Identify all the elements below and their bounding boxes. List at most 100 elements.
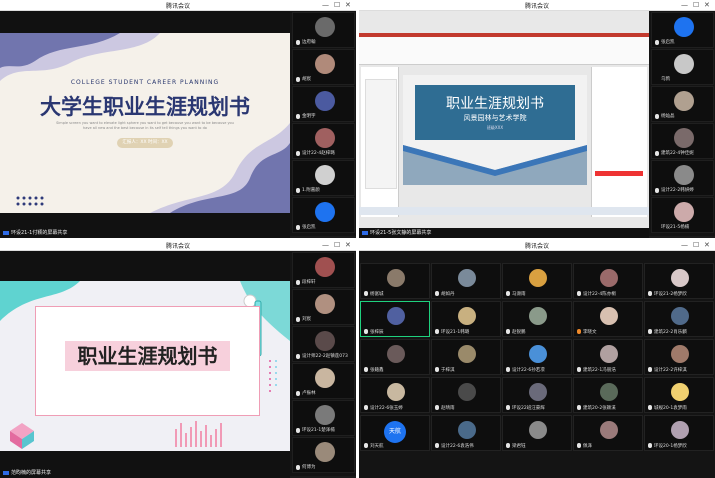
- title-bar: 腾讯会议 — ☐ ✕: [0, 0, 356, 11]
- mic-icon: [435, 405, 439, 410]
- participant-name: 设计22-6张玉婷: [370, 406, 403, 411]
- participant-tile[interactable]: 段梓轩: [292, 252, 355, 288]
- mic-icon: [577, 443, 581, 448]
- participant-name: 设计22-4赵梓璐: [302, 151, 335, 156]
- participant-tile[interactable]: 佩泽: [573, 415, 643, 451]
- participant-strip[interactable]: 段梓轩 刘宸 设计师22-2赵镇莲073 卢振林 环设21-1楚泽楠 何博为: [290, 251, 356, 476]
- screen-share-icon: [362, 231, 368, 235]
- participant-name: 佩泽: [583, 444, 592, 449]
- mic-icon: [577, 291, 581, 296]
- window-title: 腾讯会议: [165, 3, 190, 10]
- participant-name: 设计22-6孙若凛: [512, 368, 545, 373]
- participant-tile[interactable]: 杨富城: [360, 263, 430, 299]
- ppt-side-panel-button[interactable]: [595, 171, 643, 176]
- participant-tile[interactable]: 刘宸: [292, 289, 355, 325]
- participant-tile[interactable]: 马濒雨: [502, 263, 572, 299]
- participant-tile[interactable]: 环设21-1楚泽楠: [292, 400, 355, 436]
- participant-name: 环设21-1楚泽楠: [302, 428, 335, 433]
- participant-tile[interactable]: 金明宇: [292, 86, 355, 122]
- participant-strip[interactable]: 边府翰 胡宸 金明宇 设计22-4赵梓璐 1.附嘉颜 张启凯: [290, 11, 356, 236]
- participant-tile[interactable]: 张启凯: [292, 197, 355, 233]
- participant-tile[interactable]: 赵晴雨: [431, 377, 501, 413]
- mic-icon: [648, 405, 652, 410]
- participant-tile[interactable]: 胡宸: [292, 49, 355, 85]
- participant-tile[interactable]: 设计22-6孙若凛: [502, 339, 572, 375]
- participant-tile[interactable]: 环设22班汪豪辉: [502, 377, 572, 413]
- minimize-icon[interactable]: —: [681, 240, 688, 250]
- avatar: [674, 54, 694, 74]
- participant-name: 设计22-4陈亦桐: [583, 292, 616, 297]
- avatar: [600, 383, 618, 401]
- participant-tile[interactable]: 卢振林: [292, 363, 355, 399]
- participant-tile[interactable]: 城规20-1袁梦雨: [644, 377, 714, 413]
- participant-tile[interactable]: 天航 刘天航: [360, 415, 430, 451]
- participant-tile[interactable]: 设计22-4赵梓璐: [292, 123, 355, 159]
- participant-tile[interactable]: 建筑22-2肖乐麟: [644, 301, 714, 337]
- participant-tile[interactable]: 张籍鑫: [360, 339, 430, 375]
- participant-tile[interactable]: 李晓文: [573, 301, 643, 337]
- participant-tile[interactable]: 建筑22-1冯丽浩: [573, 339, 643, 375]
- mic-icon: [577, 329, 581, 334]
- participant-tile[interactable]: 张启凯: [651, 12, 714, 48]
- participant-tile[interactable]: 梁君钰: [502, 415, 572, 451]
- participant-tile[interactable]: 建筑22-4钟佳妮: [651, 123, 714, 159]
- maximize-icon[interactable]: ☐: [334, 0, 340, 10]
- participant-name: 李晓文: [583, 330, 597, 335]
- minimize-icon[interactable]: —: [322, 240, 329, 250]
- maximize-icon[interactable]: ☐: [693, 240, 699, 250]
- participant-tile[interactable]: 建筑20-2张颖溪: [573, 377, 643, 413]
- shared-screen: 职业生涯规划书 风景园林与艺术学院 班级XXX: [359, 11, 649, 236]
- close-icon[interactable]: ✕: [345, 240, 351, 250]
- mic-icon: [296, 391, 300, 396]
- participant-name: 乌鸦: [661, 77, 670, 82]
- participant-tile[interactable]: 杨灿晶: [651, 86, 714, 122]
- participant-tile[interactable]: 何博为: [292, 437, 355, 473]
- avatar: [315, 257, 335, 277]
- participant-tile[interactable]: 环设21-5杨楠: [651, 197, 714, 233]
- participant-tile[interactable]: 胡如丹: [431, 263, 501, 299]
- participant-strip[interactable]: 张启凯 乌鸦 杨灿晶 建筑22-4钟佳妮 设计22-2韩妍婷 环设21-5杨楠: [649, 11, 715, 236]
- participant-tile[interactable]: 设计22-4陈亦桐: [573, 263, 643, 299]
- participant-name: 环设21-5杨楠: [661, 225, 690, 230]
- participant-tile[interactable]: 设计师22-2赵镇莲073: [292, 326, 355, 362]
- participant-name: 于梓淇: [441, 368, 455, 373]
- participant-tile[interactable]: 设计22-6袁浩伟: [431, 415, 501, 451]
- avatar: [315, 294, 335, 314]
- participant-tile[interactable]: 乌鸦: [651, 49, 714, 85]
- avatar: [529, 383, 547, 401]
- mic-icon: [364, 443, 368, 448]
- minimize-icon[interactable]: —: [681, 0, 688, 10]
- close-icon[interactable]: ✕: [704, 0, 710, 10]
- avatar: [674, 128, 694, 148]
- participant-name: 梁君钰: [512, 444, 526, 449]
- avatar: [674, 91, 694, 111]
- title-bar: 腾讯会议 — ☐ ✕: [359, 240, 715, 251]
- mic-icon: [435, 367, 439, 372]
- mic-icon: [435, 329, 439, 334]
- participant-tile[interactable]: 设计22-6张玉婷: [360, 377, 430, 413]
- participant-tile[interactable]: 于梓淇: [431, 339, 501, 375]
- maximize-icon[interactable]: ☐: [334, 240, 340, 250]
- participant-name: 设计22-2许梓淇: [654, 368, 687, 373]
- participant-tile[interactable]: 1.附嘉颜: [292, 160, 355, 196]
- minimize-icon[interactable]: —: [322, 0, 329, 10]
- participant-tile[interactable]: 环设20-1杨梦欣: [644, 415, 714, 451]
- participant-name: 环设22班汪豪辉: [512, 406, 545, 411]
- close-icon[interactable]: ✕: [345, 0, 351, 10]
- share-label-text: 环设21-5张文静的屏幕共享: [370, 230, 432, 236]
- participant-tile-active[interactable]: 张梓辰: [360, 301, 430, 337]
- mic-icon: [296, 188, 300, 193]
- mic-icon: [506, 291, 510, 296]
- participant-tile[interactable]: 环设21-2杨梦欣: [644, 263, 714, 299]
- participant-tile[interactable]: 边府翰: [292, 12, 355, 48]
- mic-icon: [364, 367, 368, 372]
- participant-tile[interactable]: 设计22-2许梓淇: [644, 339, 714, 375]
- participant-name: 刘天航: [370, 444, 384, 449]
- close-icon[interactable]: ✕: [704, 240, 710, 250]
- participant-tile[interactable]: 环设21-1韩璐: [431, 301, 501, 337]
- participant-tile[interactable]: 赵锐鹏: [502, 301, 572, 337]
- participant-tile[interactable]: 设计22-2韩妍婷: [651, 160, 714, 196]
- mic-icon: [296, 114, 300, 119]
- maximize-icon[interactable]: ☐: [693, 0, 699, 10]
- mic-icon: [648, 291, 652, 296]
